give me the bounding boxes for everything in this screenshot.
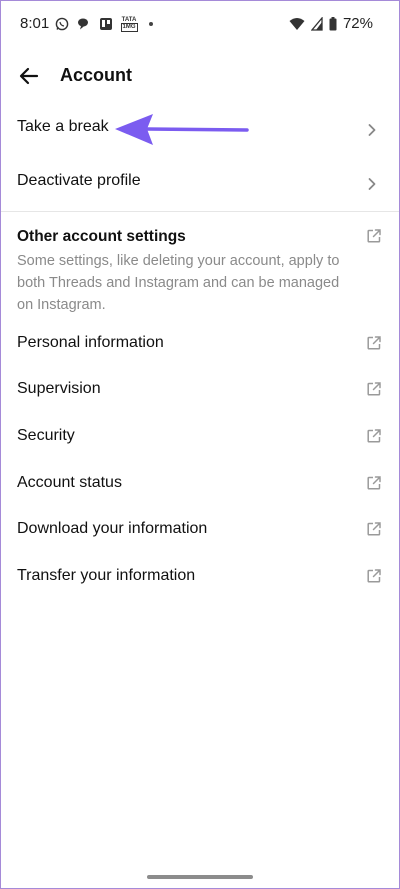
wifi-icon xyxy=(289,17,305,30)
transfer-your-information-label: Transfer your information xyxy=(17,567,196,584)
chevron-right-icon xyxy=(368,124,376,136)
security-label: Security xyxy=(17,427,75,444)
chevron-right-icon xyxy=(368,178,376,190)
status-bar: 8:01 TATA 1MG 72% xyxy=(1,1,399,49)
external-link-icon xyxy=(367,569,381,583)
external-link-icon xyxy=(367,522,381,536)
status-time: 8:01 xyxy=(20,15,50,32)
supervision-row[interactable]: Supervision xyxy=(1,367,399,414)
account-status-label: Account status xyxy=(17,474,122,491)
battery-percentage: 72% xyxy=(342,15,373,32)
back-arrow-icon[interactable] xyxy=(17,63,45,89)
external-link-icon xyxy=(367,429,381,443)
trello-icon xyxy=(100,18,112,30)
deactivate-profile-row[interactable]: Deactivate profile xyxy=(1,157,399,211)
take-a-break-label: Take a break xyxy=(17,118,109,135)
more-notifications-dot xyxy=(149,22,153,26)
personal-information-label: Personal information xyxy=(17,334,164,351)
annotation-arrow-icon xyxy=(115,114,249,145)
external-link-icon xyxy=(367,229,381,243)
section-divider xyxy=(1,211,399,212)
battery-icon xyxy=(329,16,337,30)
external-link-icon xyxy=(367,382,381,396)
transfer-your-information-row[interactable]: Transfer your information xyxy=(1,554,399,600)
section-description: Some settings, like deleting your accoun… xyxy=(17,253,340,313)
cellular-signal-icon xyxy=(310,16,323,31)
personal-information-row[interactable]: Personal information xyxy=(1,321,399,367)
deactivate-profile-label: Deactivate profile xyxy=(17,172,141,189)
security-row[interactable]: Security xyxy=(1,414,399,461)
whatsapp-icon xyxy=(55,17,69,31)
page-title: Account xyxy=(60,65,132,85)
external-link-icon xyxy=(367,336,381,350)
notification-icons: TATA 1MG xyxy=(55,16,153,32)
app-screen: 8:01 TATA 1MG 72% Account Take a break D… xyxy=(0,0,400,889)
tata-badge-bottom: 1MG xyxy=(120,22,138,32)
app-bar: Account xyxy=(1,53,399,99)
home-indicator[interactable] xyxy=(147,875,253,879)
supervision-label: Supervision xyxy=(17,380,101,397)
tata-1mg-icon: TATA 1MG xyxy=(120,16,138,32)
chat-bubbles-icon xyxy=(78,18,88,30)
external-link-icon xyxy=(367,476,381,490)
download-your-information-label: Download your information xyxy=(17,520,208,537)
account-status-row[interactable]: Account status xyxy=(1,461,399,507)
system-indicators: 72% xyxy=(289,15,373,32)
download-your-information-row[interactable]: Download your information xyxy=(1,507,399,554)
section-title: Other account settings xyxy=(17,228,186,245)
